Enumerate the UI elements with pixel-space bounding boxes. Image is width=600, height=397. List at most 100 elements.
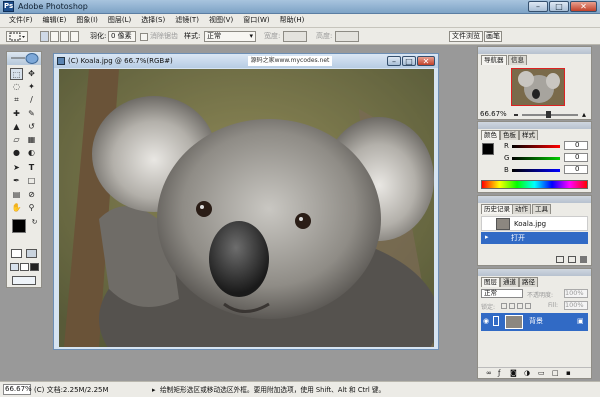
- new-group-icon[interactable]: ▭: [538, 369, 545, 377]
- status-zoom-input[interactable]: 66.67%: [3, 384, 32, 395]
- crop-tool-icon[interactable]: ⌗: [10, 94, 23, 106]
- history-state-row[interactable]: ▸ 打开: [481, 232, 588, 244]
- notes-tool-icon[interactable]: ▤: [10, 189, 23, 201]
- zoom-tool-icon[interactable]: ⚲: [25, 202, 38, 214]
- tab-channels[interactable]: 通道: [500, 277, 519, 287]
- r-value-input[interactable]: 0: [564, 141, 588, 150]
- r-slider[interactable]: [512, 145, 560, 148]
- menu-filter[interactable]: 滤镜(T): [170, 14, 204, 27]
- menu-view[interactable]: 视图(V): [204, 14, 238, 27]
- zoom-out-icon[interactable]: [514, 114, 518, 116]
- intersect-selection-icon[interactable]: [70, 31, 79, 42]
- move-tool-icon[interactable]: ✥: [25, 68, 38, 80]
- slice-tool-icon[interactable]: ∕: [25, 94, 38, 106]
- jump-to-imageready-icon[interactable]: [12, 276, 36, 285]
- blur-tool-icon[interactable]: ●: [10, 147, 23, 159]
- tab-swatches[interactable]: 色板: [500, 130, 519, 140]
- menu-window[interactable]: 窗口(W): [238, 14, 274, 27]
- menu-edit[interactable]: 编辑(E): [38, 14, 72, 27]
- new-document-icon[interactable]: [556, 256, 564, 263]
- close-button[interactable]: ✕: [570, 1, 597, 12]
- healing-brush-icon[interactable]: ✚: [10, 108, 23, 120]
- menu-layer[interactable]: 图层(L): [103, 14, 136, 27]
- layer-row-background[interactable]: ◉ 背景 ▣: [481, 313, 588, 331]
- image-canvas[interactable]: [59, 69, 434, 347]
- navigator-zoom-value[interactable]: 66.67%: [480, 110, 507, 119]
- shape-tool-icon[interactable]: □: [25, 175, 38, 187]
- eraser-tool-icon[interactable]: ▱: [10, 134, 23, 146]
- link-icon[interactable]: ∞: [486, 369, 492, 377]
- type-tool-icon[interactable]: T: [25, 162, 38, 174]
- layer-mask-icon[interactable]: ◙: [510, 369, 517, 377]
- view-box[interactable]: [511, 68, 565, 106]
- maximize-button[interactable]: □: [549, 1, 569, 12]
- screen-mode-full-icon[interactable]: [30, 263, 39, 271]
- zoom-slider-thumb[interactable]: [546, 111, 551, 118]
- width-input[interactable]: [283, 31, 307, 42]
- tab-tools[interactable]: 工具: [532, 204, 551, 214]
- tab-styles[interactable]: 样式: [519, 130, 538, 140]
- b-value-input[interactable]: 0: [564, 165, 588, 174]
- gradient-tool-icon[interactable]: ▦: [25, 134, 38, 146]
- dodge-tool-icon[interactable]: ◐: [25, 147, 38, 159]
- lasso-tool-icon[interactable]: ◌: [10, 81, 23, 93]
- lock-transparency-icon[interactable]: [501, 303, 507, 309]
- color-spectrum-bar[interactable]: [481, 180, 588, 189]
- delete-layer-icon[interactable]: ▪: [566, 369, 571, 377]
- screen-mode-full-menu-icon[interactable]: [20, 263, 29, 271]
- style-select[interactable]: 正常 ▾: [204, 31, 256, 42]
- tab-actions[interactable]: 动作: [512, 204, 531, 214]
- blend-mode-select[interactable]: 正常: [481, 289, 523, 298]
- history-snapshot-row[interactable]: Koala.jpg: [481, 216, 588, 231]
- screen-mode-standard-icon[interactable]: [10, 263, 19, 271]
- g-value-input[interactable]: 0: [564, 153, 588, 162]
- antialias-checkbox[interactable]: [140, 33, 148, 41]
- doc-close-button[interactable]: ✕: [417, 56, 435, 66]
- eyedropper-icon[interactable]: ⊘: [25, 189, 38, 201]
- menu-help[interactable]: 帮助(H): [275, 14, 310, 27]
- marquee-tool-icon[interactable]: ⬚: [10, 68, 23, 80]
- minimize-button[interactable]: –: [528, 1, 548, 12]
- quickmask-mode-icon[interactable]: [26, 249, 37, 258]
- tab-info[interactable]: 信息: [508, 55, 527, 65]
- menu-file[interactable]: 文件(F): [4, 14, 38, 27]
- opacity-input[interactable]: 100%: [564, 289, 588, 298]
- new-layer-icon[interactable]: □: [552, 369, 559, 377]
- foreground-color-swatch[interactable]: [482, 143, 494, 155]
- hand-tool-icon[interactable]: ✋: [10, 202, 23, 214]
- tab-navigator[interactable]: 导航器: [481, 55, 507, 65]
- menu-select[interactable]: 选择(S): [136, 14, 170, 27]
- fill-input[interactable]: 100%: [564, 301, 588, 310]
- zoom-in-icon[interactable]: ▴: [582, 110, 586, 119]
- tab-paths[interactable]: 路径: [519, 277, 538, 287]
- tab-color[interactable]: 颜色: [481, 130, 500, 140]
- tab-history[interactable]: 历史记录: [481, 204, 513, 214]
- b-slider[interactable]: [512, 169, 560, 172]
- new-selection-icon[interactable]: [40, 31, 49, 42]
- subtract-selection-icon[interactable]: [60, 31, 69, 42]
- stamp-tool-icon[interactable]: ▲: [10, 121, 23, 133]
- brushes-tab[interactable]: 画笔: [484, 31, 502, 42]
- triangle-icon[interactable]: ▸: [152, 385, 156, 395]
- doc-minimize-button[interactable]: –: [387, 56, 401, 66]
- tab-layers[interactable]: 图层: [481, 277, 500, 287]
- menu-image[interactable]: 图象(I): [71, 14, 103, 27]
- lock-position-icon[interactable]: [517, 303, 523, 309]
- feather-input[interactable]: 0 像素: [108, 31, 136, 42]
- history-brush-icon[interactable]: ↺: [25, 121, 38, 133]
- g-slider[interactable]: [512, 157, 560, 160]
- marquee-preset-icon[interactable]: [6, 31, 28, 42]
- eye-visibility-icon[interactable]: ◉: [483, 317, 489, 325]
- swap-colors-icon[interactable]: ↻: [28, 216, 41, 228]
- adjustment-layer-icon[interactable]: ◑: [524, 369, 530, 377]
- brush-tool-icon[interactable]: ✎: [25, 108, 38, 120]
- add-selection-icon[interactable]: [50, 31, 59, 42]
- layer-style-icon[interactable]: ƒ: [498, 369, 500, 377]
- trash-icon[interactable]: [580, 256, 587, 263]
- lock-pixels-icon[interactable]: [509, 303, 515, 309]
- file-browser-tab[interactable]: 文件浏览: [449, 31, 483, 42]
- standard-mode-icon[interactable]: [11, 249, 22, 258]
- lock-all-icon[interactable]: [525, 303, 531, 309]
- pen-tool-icon[interactable]: ✒: [10, 175, 23, 187]
- foreground-color-swatch[interactable]: [12, 219, 26, 233]
